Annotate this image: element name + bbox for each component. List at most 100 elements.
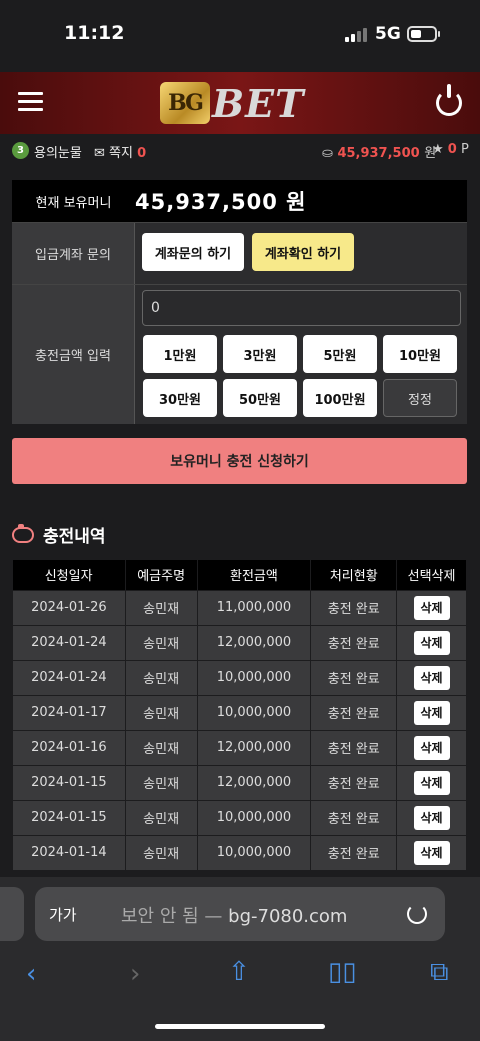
cell-date: 2024-01-24 <box>12 659 126 696</box>
cell-amount: 12,000,000 <box>196 729 312 766</box>
cell-date: 2024-01-26 <box>12 589 126 626</box>
account-confirm-button[interactable]: 계좌확인 하기 <box>252 233 354 271</box>
delete-button[interactable]: 삭제 <box>413 805 450 830</box>
delete-button[interactable]: 삭제 <box>413 700 450 725</box>
charge-submit-button[interactable]: 보유머니 충전 신청하기 <box>12 438 467 484</box>
amount-button-30[interactable]: 30만원 <box>143 379 217 417</box>
cell-delete: 삭제 <box>396 589 467 626</box>
wallet-icon: ⛀ <box>322 146 333 161</box>
logo-badge: BG <box>160 82 210 124</box>
cell-name: 송민재 <box>124 589 198 626</box>
previous-tab[interactable] <box>0 887 24 941</box>
amount-button-10[interactable]: 10만원 <box>383 335 457 373</box>
cell-status: 충전 완료 <box>310 834 398 871</box>
cell-amount: 10,000,000 <box>196 659 312 696</box>
power-icon[interactable] <box>436 84 462 116</box>
cell-amount: 10,000,000 <box>196 694 312 731</box>
table-row: 2024-01-15 송민재 10,000,000 충전 완료 삭제 <box>12 799 467 836</box>
reader-options-button[interactable]: 가가 <box>49 904 77 925</box>
cell-name: 송민재 <box>124 764 198 801</box>
account-inquiry-label: 입금계좌 문의 <box>12 223 135 284</box>
signal-icon <box>345 26 369 42</box>
history-title: 충전내역 <box>12 522 106 547</box>
table-row: 2024-01-15 송민재 12,000,000 충전 완료 삭제 <box>12 764 467 801</box>
menu-icon[interactable] <box>18 92 43 112</box>
share-icon[interactable]: ⇧ <box>228 959 250 985</box>
cell-name: 송민재 <box>124 729 198 766</box>
charge-amount-input[interactable] <box>142 290 461 326</box>
cell-delete: 삭제 <box>396 659 467 696</box>
star-icon: ★ <box>432 142 444 157</box>
amount-button-100[interactable]: 100만원 <box>303 379 377 417</box>
reload-icon[interactable] <box>407 904 427 924</box>
status-time: 11:12 <box>64 22 125 44</box>
home-indicator <box>155 1024 325 1029</box>
delete-button[interactable]: 삭제 <box>413 770 450 795</box>
charge-amount-label: 충전금액 입력 <box>12 285 135 424</box>
col-name: 예금주명 <box>125 560 198 590</box>
table-row: 2024-01-24 송민재 12,000,000 충전 완료 삭제 <box>12 624 467 661</box>
site-header: BG BET <box>0 72 480 134</box>
delete-button[interactable]: 삭제 <box>413 630 450 655</box>
user-info-bar: 3 용의눈물 ✉ 쪽지 0 ⛀ 45,937,500 원 ★ 0 P <box>0 134 480 166</box>
cell-name: 송민재 <box>124 799 198 836</box>
network-type: 5G <box>375 24 401 44</box>
charge-panel: 현재 보유머니 45,937,500 원 입금계좌 문의 계좌문의 하기 계좌확… <box>12 180 467 424</box>
tabs-icon[interactable]: ⧉ <box>430 959 449 985</box>
delete-button[interactable]: 삭제 <box>413 665 450 690</box>
memo-label: 쪽지 <box>109 146 133 161</box>
browser-toolbar: 가가 보안 안 됨 — bg-7080.com ‹ › ⇧ ▯▯ ⧉ <box>0 877 480 1041</box>
cell-status: 충전 완료 <box>310 624 398 661</box>
delete-button[interactable]: 삭제 <box>413 595 450 620</box>
table-row: 2024-01-16 송민재 12,000,000 충전 완료 삭제 <box>12 729 467 766</box>
delete-button[interactable]: 삭제 <box>413 735 450 760</box>
back-icon[interactable]: ‹ <box>26 961 36 987</box>
balance-row: 현재 보유머니 45,937,500 원 <box>12 180 467 222</box>
col-date: 신청일자 <box>12 560 126 590</box>
cell-amount: 10,000,000 <box>196 834 312 871</box>
cell-amount: 11,000,000 <box>196 589 312 626</box>
balance-value: 45,937,500 원 <box>135 190 307 214</box>
table-row: 2024-01-17 송민재 10,000,000 충전 완료 삭제 <box>12 694 467 731</box>
cell-date: 2024-01-14 <box>12 834 126 871</box>
account-inquiry-button[interactable]: 계좌문의 하기 <box>142 233 244 271</box>
bookmarks-icon[interactable]: ▯▯ <box>328 959 357 985</box>
cell-delete: 삭제 <box>396 729 467 766</box>
amount-button-3[interactable]: 3만원 <box>223 335 297 373</box>
cell-date: 2024-01-17 <box>12 694 126 731</box>
cell-status: 충전 완료 <box>310 694 398 731</box>
address-bar[interactable]: 가가 보안 안 됨 — bg-7080.com <box>35 887 445 941</box>
amount-button-1[interactable]: 1만원 <box>143 335 217 373</box>
cell-delete: 삭제 <box>396 694 467 731</box>
cell-amount: 12,000,000 <box>196 624 312 661</box>
reset-button[interactable]: 정정 <box>383 379 457 417</box>
status-bar: 11:12 5G <box>0 0 480 72</box>
col-amount: 환전금액 <box>197 560 312 590</box>
cell-delete: 삭제 <box>396 624 467 661</box>
cell-status: 충전 완료 <box>310 799 398 836</box>
forward-icon[interactable]: › <box>130 961 140 987</box>
cell-date: 2024-01-16 <box>12 729 126 766</box>
site-logo[interactable]: BG BET <box>160 78 304 128</box>
memo-link[interactable]: ✉ 쪽지 0 <box>94 142 146 161</box>
cell-status: 충전 완료 <box>310 764 398 801</box>
cell-name: 송민재 <box>124 624 198 661</box>
memo-count: 0 <box>137 146 147 161</box>
cell-status: 충전 완료 <box>310 589 398 626</box>
amount-button-50[interactable]: 50만원 <box>223 379 297 417</box>
amount-button-5[interactable]: 5만원 <box>303 335 377 373</box>
balance-label: 현재 보유머니 <box>35 195 112 211</box>
account-inquiry-row: 입금계좌 문의 계좌문의 하기 계좌확인 하기 <box>12 222 467 284</box>
charge-history-table: 신청일자 예금주명 환전금액 처리현황 선택삭제 2024-01-26 송민재 11… <box>12 560 467 871</box>
cell-name: 송민재 <box>124 834 198 871</box>
delete-button[interactable]: 삭제 <box>413 840 450 865</box>
cell-name: 송민재 <box>124 694 198 731</box>
cell-date: 2024-01-15 <box>12 764 126 801</box>
cell-delete: 삭제 <box>396 799 467 836</box>
cell-date: 2024-01-24 <box>12 624 126 661</box>
cell-delete: 삭제 <box>396 764 467 801</box>
cell-amount: 10,000,000 <box>196 799 312 836</box>
user-money: ⛀ 45,937,500 원 <box>322 146 437 161</box>
table-row: 2024-01-24 송민재 10,000,000 충전 완료 삭제 <box>12 659 467 696</box>
cell-status: 충전 완료 <box>310 659 398 696</box>
